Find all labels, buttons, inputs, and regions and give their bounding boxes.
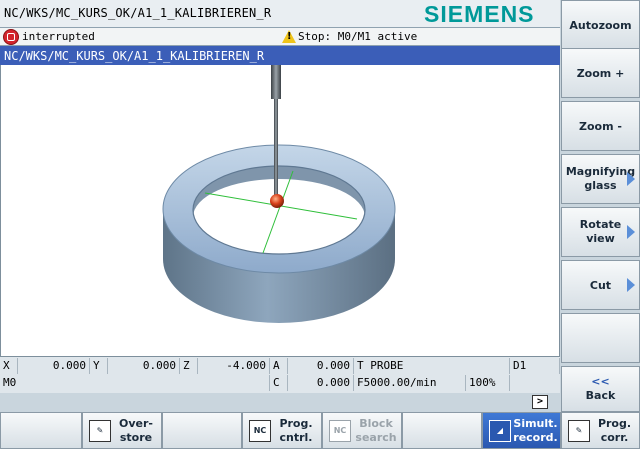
a-value: 0.000	[288, 358, 354, 374]
more-button[interactable]: >	[532, 395, 548, 409]
siemens-logo: SIEMENS	[424, 1, 535, 27]
back-button[interactable]: << Back	[561, 366, 640, 412]
empty-softkey[interactable]	[561, 313, 640, 363]
cut-label: Cut	[589, 278, 612, 292]
autozoom-label: Autozoom	[569, 18, 632, 32]
autozoom-button[interactable]: Autozoom	[561, 0, 640, 50]
feed-override: 100%	[466, 375, 510, 391]
tool-name: T PROBE	[354, 358, 510, 374]
block-search-label: Block search	[355, 416, 397, 444]
pencil-icon: ✎	[89, 419, 111, 442]
zoom-out-button[interactable]: Zoom -	[561, 101, 640, 151]
stop-icon	[3, 29, 19, 45]
block-search-button[interactable]: NC Block search	[322, 412, 402, 449]
rotate-view-label: Rotate view	[579, 218, 622, 245]
back-label: << Back	[585, 375, 616, 402]
z-label: Z	[180, 358, 198, 374]
simultaneous-record-button[interactable]: ◢ Simult. record.	[482, 412, 561, 449]
cut-button[interactable]: Cut	[561, 260, 640, 310]
prog-control-label: Prog. cntrl.	[279, 416, 313, 444]
a-label: A	[270, 358, 288, 374]
simulation-view[interactable]	[0, 65, 560, 357]
magnifying-glass-label: Magnifying glass	[565, 165, 636, 192]
simultaneous-record-label: Simult. record.	[513, 416, 558, 444]
prog-control-button[interactable]: NC Prog. cntrl.	[242, 412, 322, 449]
y-label: Y	[90, 358, 108, 374]
program-bar: NC/WKS/MC_KURS_OK/A1_1_KALIBRIEREN_R	[0, 46, 560, 65]
probe-body	[271, 65, 281, 99]
program-path: NC/WKS/MC_KURS_OK/A1_1_KALIBRIEREN_R	[4, 6, 272, 20]
c-label: C	[270, 375, 288, 391]
y-value: 0.000	[108, 358, 180, 374]
zoom-in-label: Zoom +	[576, 66, 625, 80]
x-value: 0.000	[18, 358, 90, 374]
zoom-in-button[interactable]: Zoom +	[561, 48, 640, 98]
nc-program-icon: NC	[249, 419, 271, 442]
probe-ball	[270, 194, 284, 208]
z-value: -4.000	[198, 358, 270, 374]
submenu-arrow-icon	[627, 225, 635, 239]
dro-spacer	[510, 375, 560, 391]
pencil-icon: ✎	[568, 419, 590, 442]
simulation-icon: ◢	[489, 419, 511, 442]
warning-mark: !	[287, 31, 292, 42]
program-bar-path: NC/WKS/MC_KURS_OK/A1_1_KALIBRIEREN_R	[4, 49, 265, 63]
m-code: M0	[0, 375, 270, 391]
magnifying-glass-button[interactable]: Magnifying glass	[561, 154, 640, 204]
x-label: X	[0, 358, 18, 374]
prog-correct-button[interactable]: ✎ Prog. corr.	[561, 412, 640, 449]
prog-correct-label: Prog. corr.	[597, 416, 632, 444]
status-line: interrupted ! Stop: M0/M1 active	[0, 28, 560, 46]
back-icon: <<	[591, 375, 610, 388]
tool-offset: D1	[510, 358, 560, 374]
title-bar: NC/WKS/MC_KURS_OK/A1_1_KALIBRIEREN_R SIE…	[0, 0, 560, 28]
feed-rate: F5000.00/min	[354, 375, 466, 391]
hkey-empty-1[interactable]	[0, 412, 82, 449]
hkey-empty-2[interactable]	[162, 412, 242, 449]
nc-search-icon: NC	[329, 419, 351, 442]
position-display: X 0.000 Y 0.000 Z -4.000 A 0.000 T PROBE…	[0, 357, 560, 393]
c-value: 0.000	[288, 375, 354, 391]
overstore-label: Over-store	[119, 416, 153, 444]
hkey-empty-3[interactable]	[402, 412, 482, 449]
probe-stem	[274, 99, 278, 195]
status-message: Stop: M0/M1 active	[298, 30, 418, 43]
simulation-svg	[162, 65, 396, 323]
submenu-arrow-icon	[627, 172, 635, 186]
overstore-button[interactable]: ✎ Over-store	[82, 412, 162, 449]
submenu-arrow-icon	[627, 278, 635, 292]
zoom-out-label: Zoom -	[579, 119, 622, 133]
rotate-view-button[interactable]: Rotate view	[561, 207, 640, 257]
channel-state: interrupted	[22, 30, 95, 43]
